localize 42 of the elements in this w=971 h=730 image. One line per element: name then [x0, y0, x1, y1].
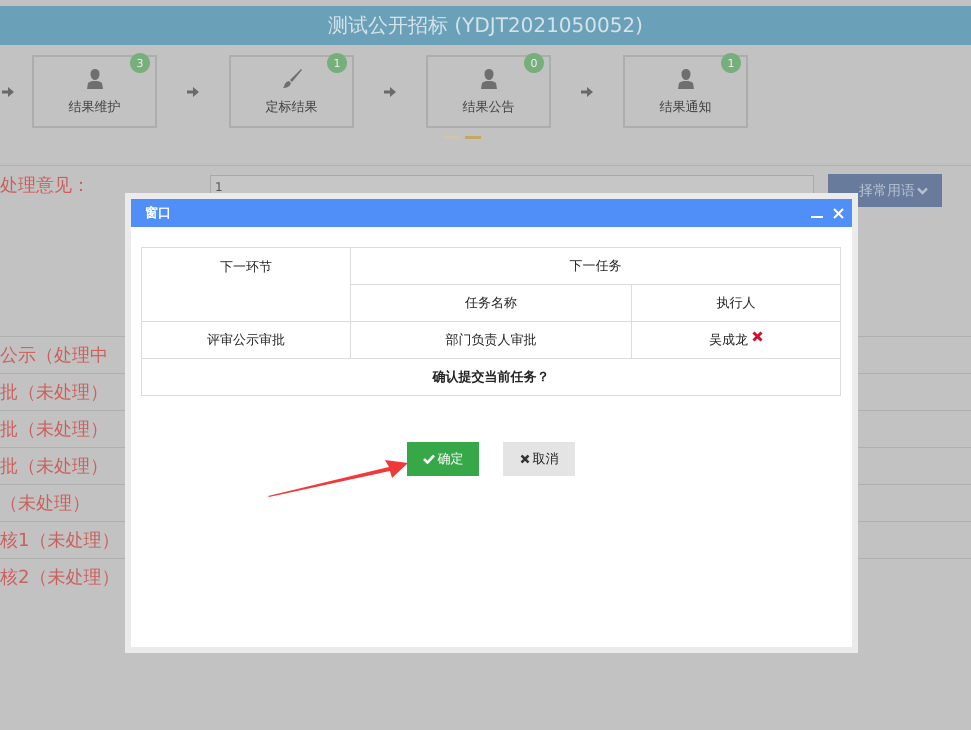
step-label: 定标结果: [266, 98, 318, 116]
remove-icon[interactable]: [752, 330, 763, 342]
table-header-cell: 执行人: [632, 284, 840, 322]
arrow-icon: [384, 86, 396, 96]
task-status: 批（未处理）: [0, 418, 108, 441]
step-card[interactable]: 1 定标结果: [229, 55, 354, 128]
cancel-button[interactable]: 取消: [503, 442, 575, 476]
brush-icon: [280, 68, 302, 90]
table-cell: 评审公示审批: [142, 322, 350, 358]
table-header-cell: 下一环节: [142, 248, 350, 322]
step-label: 结果公告: [462, 98, 514, 116]
task-status: 公示（处理中: [0, 344, 108, 367]
step-card[interactable]: 0 结果公告: [426, 55, 551, 128]
task-status: 批（未处理）: [0, 381, 108, 404]
table-cell: 部门负责人审批: [350, 322, 632, 358]
task-status: 批（未处理）: [0, 455, 108, 478]
confirm-button[interactable]: 确定: [407, 442, 479, 476]
check-icon: [422, 454, 434, 464]
count-badge: 3: [130, 53, 150, 73]
task-status: 核2（未处理）: [0, 566, 120, 589]
step-card[interactable]: 3 结果维护: [32, 55, 157, 128]
dialog-title: 窗口: [145, 204, 172, 222]
count-badge: 1: [327, 53, 347, 73]
table-header-cell: 下一任务: [350, 248, 840, 284]
count-badge: 0: [524, 53, 544, 73]
close-icon: [520, 454, 530, 464]
task-status: 核1（未处理）: [0, 529, 120, 552]
table-cell-text: 吴成龙: [709, 332, 748, 349]
confirm-message: 确认提交当前任务？: [142, 358, 840, 396]
chevron-down-icon: [917, 186, 928, 194]
task-status: （未处理）: [0, 492, 90, 515]
step-label: 结果维护: [68, 98, 120, 116]
arrow-icon: [2, 86, 14, 96]
close-icon[interactable]: [833, 208, 844, 218]
page-title: 测试公开招标 (YDJT2021050052): [0, 6, 971, 45]
table-header-cell: 任务名称: [350, 284, 632, 322]
step-label: 结果通知: [660, 98, 712, 116]
arrow-icon: [581, 86, 593, 96]
arrow-icon: [187, 86, 199, 96]
step-card[interactable]: 1 结果通知: [623, 55, 748, 128]
opinion-label: 处理意见：: [0, 174, 91, 198]
count-badge: 1: [721, 53, 741, 73]
